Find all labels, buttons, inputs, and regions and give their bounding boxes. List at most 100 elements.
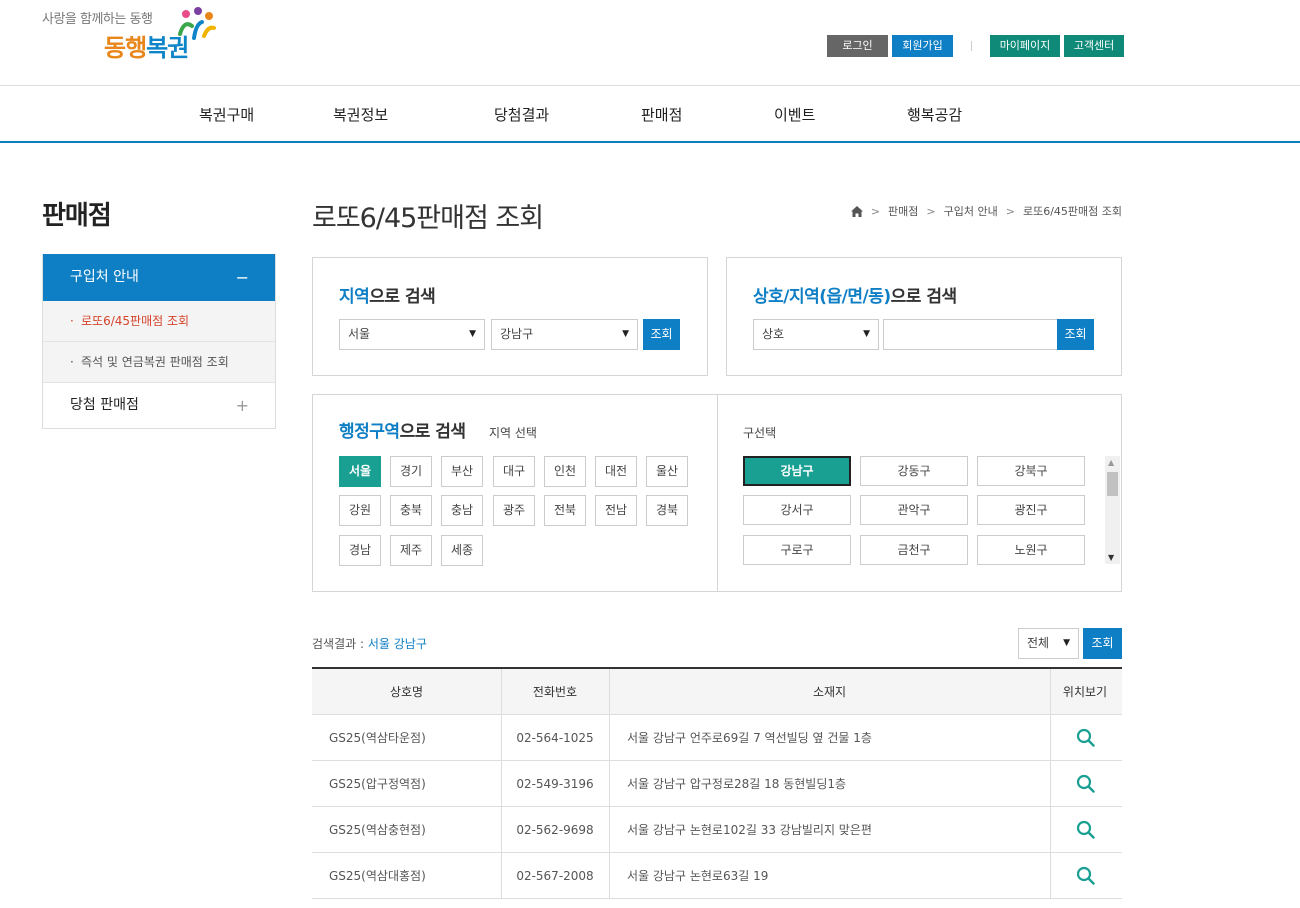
region-button[interactable]: 인천 — [544, 456, 586, 487]
store-name: GS25(역삼타운점) — [329, 731, 426, 745]
gu-button[interactable]: 관악구 — [860, 495, 968, 525]
scroll-up-icon[interactable]: ▲ — [1108, 458, 1114, 467]
region-button[interactable]: 경북 — [646, 495, 688, 526]
gu-button[interactable]: 강동구 — [860, 456, 968, 486]
side-nav-item-label: 로또6/45판매점 조회 — [81, 314, 190, 328]
store-address: 서울 강남구 논현로102길 33 강남빌리지 맞은편 — [627, 823, 872, 837]
region-button[interactable]: 대구 — [493, 456, 535, 487]
search-name-input[interactable] — [883, 319, 1058, 350]
side-nav-group-purchase[interactable]: 구입처 안내 − — [43, 254, 275, 301]
collapse-icon[interactable]: − — [236, 254, 249, 301]
search-icon[interactable] — [1076, 866, 1095, 885]
login-button[interactable]: 로그인 — [827, 35, 888, 57]
gugun-select[interactable]: 강남구 ▼ — [491, 319, 638, 350]
region-select-label: 지역 선택 — [489, 426, 537, 440]
scroll-down-icon[interactable]: ▼ — [1108, 553, 1114, 562]
region-divider — [717, 395, 718, 591]
home-icon[interactable] — [850, 205, 863, 217]
customer-center-button[interactable]: 고객센터 — [1064, 35, 1124, 57]
region-button[interactable]: 강원 — [339, 495, 381, 526]
gnb-item-event[interactable]: 이벤트 — [774, 104, 815, 125]
view-location-button[interactable] — [1050, 715, 1120, 760]
mypage-button[interactable]: 마이페이지 — [990, 35, 1060, 57]
search-icon[interactable] — [1076, 774, 1095, 793]
breadcrumb-item[interactable]: 구입처 안내 — [944, 203, 998, 219]
region-button[interactable]: 경남 — [339, 535, 381, 566]
result-filter-select[interactable]: 전체 ▼ — [1018, 628, 1079, 659]
side-nav-item-lotto-stores[interactable]: · 로또6/45판매점 조회 — [43, 301, 275, 342]
sido-select-value: 서울 — [348, 327, 371, 341]
logo-slogan: 사랑을 함께하는 동행 — [42, 12, 153, 27]
region-button[interactable]: 부산 — [441, 456, 483, 487]
side-nav-item-label: 즉석 및 연금복권 판매점 조회 — [81, 355, 229, 369]
global-nav: 복권구매 복권정보 당첨결과 판매점 이벤트 행복공감 — [0, 86, 1300, 143]
gnb-item-results[interactable]: 당첨결과 — [494, 104, 549, 125]
logo-mark-icon — [178, 7, 216, 40]
search-admin-box: 행정구역으로 검색 지역 선택 서울 경기 부산 대구 인천 대전 울산 강원 … — [312, 394, 1122, 592]
gu-list-scrollbar[interactable]: ▲ ▼ — [1105, 456, 1120, 564]
region-button[interactable]: 충북 — [390, 495, 432, 526]
dropdown-arrow-icon: ▼ — [863, 329, 870, 339]
side-nav-item-instant-stores[interactable]: · 즉석 및 연금복권 판매점 조회 — [43, 342, 275, 383]
bullet-icon: · — [70, 314, 74, 328]
region-button[interactable]: 제주 — [390, 535, 432, 566]
search-region-box: 지역으로 검색 서울 ▼ 강남구 ▼ 조회 — [312, 257, 708, 376]
region-button[interactable]: 경기 — [390, 456, 432, 487]
view-location-button[interactable] — [1050, 761, 1120, 806]
search-icon[interactable] — [1076, 820, 1095, 839]
gu-button[interactable]: 강북구 — [977, 456, 1085, 486]
lnb-title: 판매점 — [42, 201, 112, 231]
gnb-item-happiness[interactable]: 행복공감 — [907, 104, 962, 125]
search-icon[interactable] — [1076, 728, 1095, 747]
search-type-value: 상호 — [762, 327, 785, 341]
breadcrumb-item[interactable]: 판매점 — [888, 203, 918, 219]
region-button[interactable]: 광주 — [493, 495, 535, 526]
search-name-button[interactable]: 조회 — [1057, 319, 1094, 350]
region-button-seoul[interactable]: 서울 — [339, 456, 381, 487]
side-nav-group-label: 구입처 안내 — [70, 269, 139, 285]
store-name: GS25(역삼대홍점) — [329, 869, 426, 883]
view-location-button[interactable] — [1050, 807, 1120, 852]
result-filter-button[interactable]: 조회 — [1083, 628, 1122, 659]
store-address: 서울 강남구 논현로63길 19 — [627, 869, 769, 883]
breadcrumb-separator: > — [870, 204, 881, 218]
region-button[interactable]: 충남 — [441, 495, 483, 526]
sido-select[interactable]: 서울 ▼ — [339, 319, 485, 350]
gnb-item-info[interactable]: 복권정보 — [333, 104, 388, 125]
region-button[interactable]: 세종 — [441, 535, 483, 566]
expand-icon[interactable]: + — [236, 383, 249, 428]
region-button[interactable]: 전남 — [595, 495, 637, 526]
site-logo[interactable]: 사랑을 함께하는 동행 동행복권 — [42, 6, 232, 70]
result-summary: 검색결과 : 서울 강남구 — [312, 637, 427, 651]
region-button[interactable]: 전북 — [544, 495, 586, 526]
side-nav: 구입처 안내 − · 로또6/45판매점 조회 · 즉석 및 연금복권 판매점 … — [42, 254, 276, 429]
gu-button[interactable]: 노원구 — [977, 535, 1085, 565]
scrollbar-thumb[interactable] — [1107, 472, 1118, 496]
gu-button[interactable]: 광진구 — [977, 495, 1085, 525]
gu-button[interactable]: 강서구 — [743, 495, 851, 525]
search-region-button[interactable]: 조회 — [643, 319, 680, 350]
region-button[interactable]: 대전 — [595, 456, 637, 487]
gu-button[interactable]: 금천구 — [860, 535, 968, 565]
side-nav-group-label: 당첨 판매점 — [70, 397, 139, 413]
breadcrumb-separator: > — [1005, 204, 1015, 218]
side-nav-group-winning-stores[interactable]: 당첨 판매점 + — [43, 383, 275, 428]
table-header-name: 상호명 — [389, 685, 424, 699]
breadcrumb-item-current: 로또6/45판매점 조회 — [1022, 205, 1122, 218]
search-type-select[interactable]: 상호 ▼ — [753, 319, 879, 350]
table-header-location: 위치보기 — [1062, 685, 1108, 699]
gu-button-gangnam[interactable]: 강남구 — [743, 456, 851, 486]
bullet-icon: · — [70, 355, 74, 369]
table-header-phone: 전화번호 — [532, 685, 578, 699]
join-button[interactable]: 회원가입 — [892, 35, 953, 57]
view-location-button[interactable] — [1050, 853, 1120, 898]
gu-button[interactable]: 구로구 — [743, 535, 851, 565]
gnb-item-stores[interactable]: 판매점 — [641, 104, 682, 125]
store-phone: 02-549-3196 — [516, 776, 594, 791]
gnb-item-buy[interactable]: 복권구매 — [199, 104, 254, 125]
result-value: 서울 강남구 — [367, 637, 427, 651]
stores-table: 상호명 전화번호 소재지 위치보기 GS25(역삼타운점) 02-564-102… — [312, 667, 1122, 899]
search-name-box: 상호/지역(읍/면/동)으로 검색 상호 ▼ 조회 — [726, 257, 1122, 376]
region-button[interactable]: 울산 — [646, 456, 688, 487]
table-header-row: 상호명 전화번호 소재지 위치보기 — [312, 669, 1122, 715]
